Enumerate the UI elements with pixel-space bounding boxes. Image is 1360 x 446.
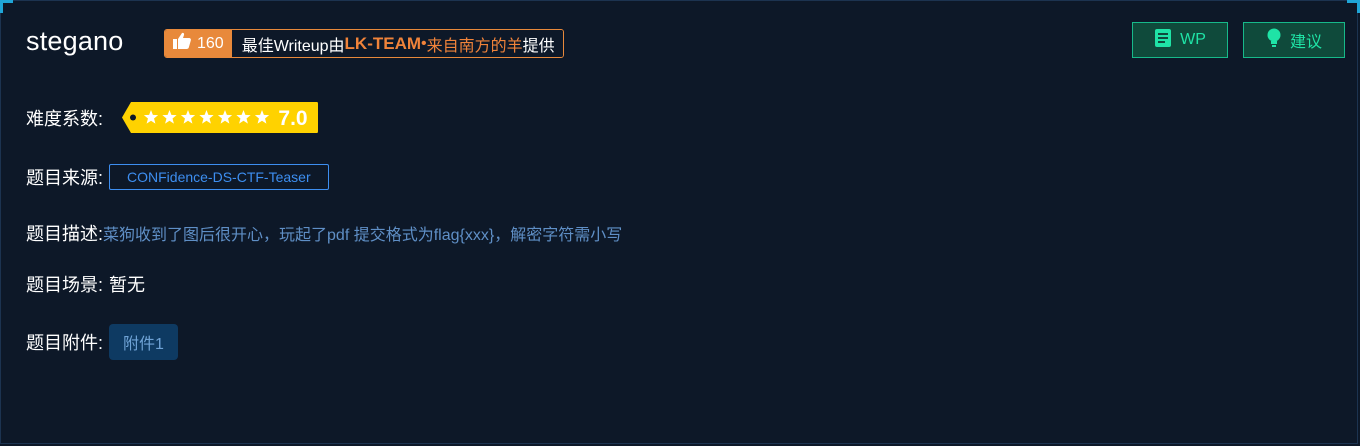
description-label: 题目描述: <box>26 224 104 244</box>
difficulty-row: 难度系数: 7.0 <box>26 101 319 134</box>
rating-tag: 7.0 <box>122 102 319 133</box>
document-icon <box>1154 28 1172 53</box>
attachment-link[interactable]: 附件1 <box>109 324 178 360</box>
suggest-button[interactable]: 建议 <box>1243 22 1345 58</box>
corner-decoration <box>1347 0 1360 13</box>
description-text: 菜狗收到了图后很开心，玩起了pdf 提交格式为flag{xxx}，解密字符需小写 <box>103 227 623 244</box>
attachment-row: 题目附件: 附件1 <box>26 324 178 360</box>
attachment-label: 题目附件: <box>26 333 104 353</box>
writeup-badge: 160 最佳Writeup由 LK-TEAM • 来自南方的羊 提供 <box>164 29 564 58</box>
like-count: 160 <box>197 34 224 52</box>
difficulty-label: 难度系数: <box>26 108 104 129</box>
source-row: 题目来源: CONFidence-DS-CTF-Teaser <box>26 164 329 190</box>
team-name[interactable]: LK-TEAM <box>345 34 421 54</box>
writeup-suffix: 提供 <box>522 37 555 55</box>
description-row: 题目描述: 菜狗收到了图后很开心，玩起了pdf 提交格式为flag{xxx}，解… <box>26 220 622 246</box>
suggest-button-label: 建议 <box>1289 34 1322 51</box>
scene-value: 暂无 <box>109 275 146 295</box>
difficulty-value: 7.0 <box>278 107 307 130</box>
scene-row: 题目场景: 暂无 <box>26 271 145 297</box>
writeup-prefix: 最佳Writeup由 <box>241 37 345 55</box>
writeup-credit: 最佳Writeup由 LK-TEAM • 来自南方的羊 提供 <box>231 30 563 57</box>
lightbulb-icon <box>1266 28 1282 53</box>
difficulty-rating: 7.0 <box>121 101 319 134</box>
thumbs-up-icon <box>172 32 192 55</box>
source-tag[interactable]: CONFidence-DS-CTF-Teaser <box>109 164 329 190</box>
like-button[interactable]: 160 <box>165 30 232 57</box>
scene-label: 题目场景: <box>26 275 104 295</box>
author-name[interactable]: 来自南方的羊 <box>427 32 523 56</box>
source-label: 题目来源: <box>26 168 104 188</box>
challenge-title: stegano <box>26 26 124 56</box>
corner-decoration <box>0 0 13 13</box>
wp-button-label: WP <box>1180 31 1206 48</box>
wp-button[interactable]: WP <box>1132 22 1228 58</box>
